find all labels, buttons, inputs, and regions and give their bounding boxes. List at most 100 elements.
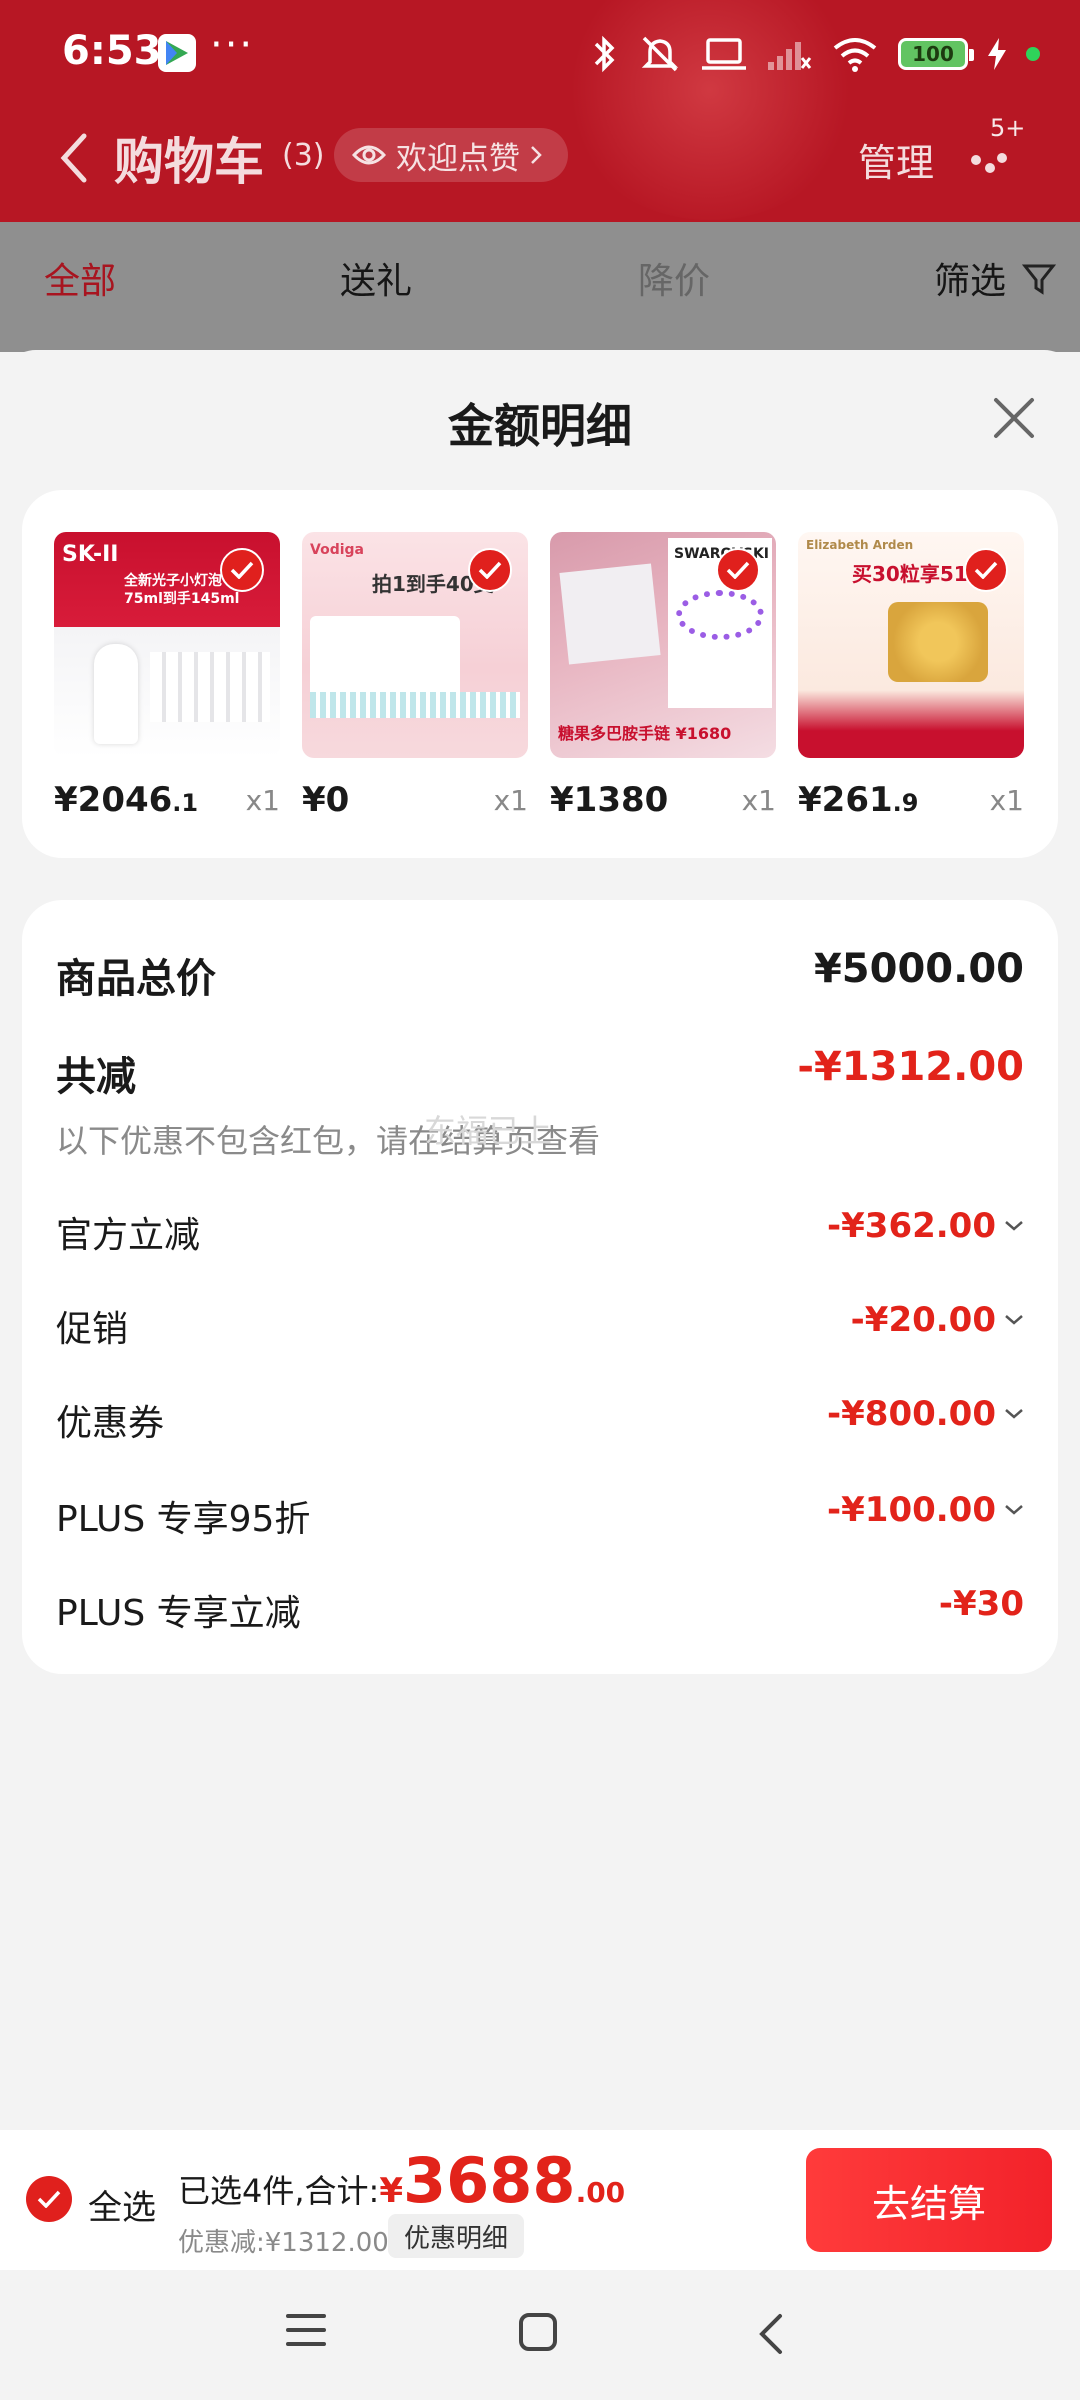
product-qty: x1 [245,784,280,817]
checkout-bar: 全选 已选4件,合计:¥3688.00 优惠减:¥1312.00 优惠明细 去结… [0,2130,1080,2270]
total-price-row: 商品总价 ¥5000.00 [56,946,1024,1002]
product-price-int: ¥2046 [54,780,173,820]
back-arrow-icon[interactable] [56,130,90,186]
selected-check-icon[interactable] [468,548,512,592]
product-brand: SK-II [62,542,119,567]
tab-price-drop[interactable]: 降价 [638,252,710,304]
discount-summary: 优惠减:¥1312.00 [178,2228,389,2258]
sample-illustration [150,652,270,722]
laptop-icon [702,38,746,70]
product-thumbnail: Elizabeth Arden 买30粒享51粒 [798,532,1024,758]
chevron-down-icon [1005,1221,1023,1231]
discount-row: PLUS 专享立减 -¥30 [56,1584,1024,1634]
product-thumbnail: Vodiga 拍1到手40支 [302,532,528,758]
watermark-text: 东福已上 [424,1112,553,1150]
tab-all[interactable]: 全部 [44,252,116,304]
discount-row[interactable]: 官方立减 -¥362.00 [56,1206,1024,1256]
signal-icon [768,42,812,70]
discount-detail-button[interactable]: 优惠明细 [388,2214,525,2258]
chevron-down-icon [1005,1505,1023,1515]
discount-row[interactable]: PLUS 专享95折 -¥100.00 [56,1490,1024,1540]
manage-button[interactable]: 管理 [858,132,934,187]
reduction-value: -¥1312.00 [797,1044,1024,1090]
tab-gift[interactable]: 送礼 [340,252,412,304]
discount-value: -¥800.00 [827,1394,996,1434]
welcome-like-button[interactable]: 欢迎点赞 [334,128,568,182]
discount-value-wrap: -¥20.00 [851,1300,1024,1340]
product-price-dec: .9 [892,789,919,817]
product-price: ¥261.9 [798,780,918,820]
chevron-down-icon [1005,1315,1023,1325]
product-price: ¥1380 [550,780,668,820]
product-price-int: ¥0 [302,780,350,820]
privacy-dot-icon [1026,47,1040,61]
total-price-value: ¥5000.00 [813,946,1024,992]
discount-row[interactable]: 优惠券 -¥800.00 [56,1394,1024,1444]
welcome-label: 欢迎点赞 [396,140,520,177]
selected-check-icon[interactable] [964,548,1008,592]
chevron-down-icon [1005,1409,1023,1419]
product-item[interactable]: Vodiga 拍1到手40支 ¥0 x1 [302,532,528,820]
product-item[interactable]: Elizabeth Arden 买30粒享51粒 ¥261.9 x1 [798,532,1024,820]
bluetooth-icon [594,35,615,73]
capsules-illustration [888,602,988,682]
discount-value: -¥20.00 [850,1300,996,1340]
vials-illustration [310,692,520,718]
play-store-icon [158,34,196,72]
tab-filter[interactable]: 筛选 [934,252,1006,304]
discount-value-wrap: -¥362.00 [827,1206,1024,1246]
product-thumb-text: 糖果多巴胺手链 ¥1680 [558,724,732,743]
selected-check-icon[interactable] [716,548,760,592]
discount-label: 优惠券 [56,1403,165,1444]
filter-icon[interactable] [1022,262,1056,296]
product-item[interactable]: SWAROVSKI 糖果多巴胺手链 ¥1680 ¥1380 x1 [550,532,776,820]
discount-value: -¥100.00 [827,1490,996,1530]
bottle-illustration [94,644,138,744]
select-all-label[interactable]: 全选 [88,2180,156,2229]
discount-label: 促销 [56,1309,129,1350]
discount-value: -¥30 [938,1584,1024,1624]
select-all-checkbox[interactable] [26,2176,72,2222]
product-thumbnail: SK-II 全新光子小灯泡 买75ml到手145ml [54,532,280,758]
total-currency: ¥ [379,2171,403,2211]
menu-icon[interactable] [286,2312,326,2348]
nav-bar: 购物车 (3) 欢迎点赞 管理 5+ [0,108,1080,222]
discount-value: -¥362.00 [827,1206,996,1246]
selected-count-label: 已选4件,合计: [178,2172,380,2210]
discount-label: 官方立减 [56,1215,201,1256]
checkout-button[interactable]: 去结算 [806,2148,1052,2252]
home-icon[interactable] [518,2312,558,2352]
products-card: SK-II 全新光子小灯泡 买75ml到手145ml ¥2046.1 x1 Vo… [22,490,1058,858]
total-summary: 已选4件,合计:¥3688.00 [178,2144,625,2217]
discount-value-wrap: -¥100.00 [827,1490,1024,1530]
close-icon[interactable] [990,394,1038,442]
gift-box-illustration [559,563,661,665]
page-title: 购物车 [114,133,264,191]
bracelet-illustration [676,590,764,640]
charging-icon [988,38,1006,70]
battery-icon: 100 [898,38,974,70]
discount-value-wrap: -¥800.00 [827,1394,1024,1434]
discount-value-wrap: -¥30 [939,1584,1024,1624]
eye-icon [352,145,386,165]
discount-label: PLUS 专享立减 [56,1593,301,1634]
wifi-icon [833,38,877,72]
product-price: ¥2046.1 [54,780,198,820]
back-icon[interactable] [756,2312,786,2356]
total-price-label: 商品总价 [56,956,216,1002]
product-qty: x1 [741,784,776,817]
reduction-row: 共减 -¥1312.00 [56,1044,1024,1100]
battery-level: 100 [912,42,954,66]
total-amount-int: 3688 [403,2144,576,2217]
product-brand: Vodiga [310,542,364,558]
total-amount-dec: .00 [575,2176,626,2209]
top-header: 6:53 ··· 100 购物车 (3) 欢迎点赞 管理 5+ [0,0,1080,222]
status-bar: 6:53 ··· 100 [0,0,1080,108]
selected-check-icon[interactable] [220,548,264,592]
message-badge: 5+ [990,114,1026,142]
product-price-int: ¥261 [798,780,893,820]
reduction-label: 共减 [56,1054,136,1100]
product-price-dec: .1 [172,789,199,817]
product-item[interactable]: SK-II 全新光子小灯泡 买75ml到手145ml ¥2046.1 x1 [54,532,280,820]
discount-row[interactable]: 促销 -¥20.00 [56,1300,1024,1350]
